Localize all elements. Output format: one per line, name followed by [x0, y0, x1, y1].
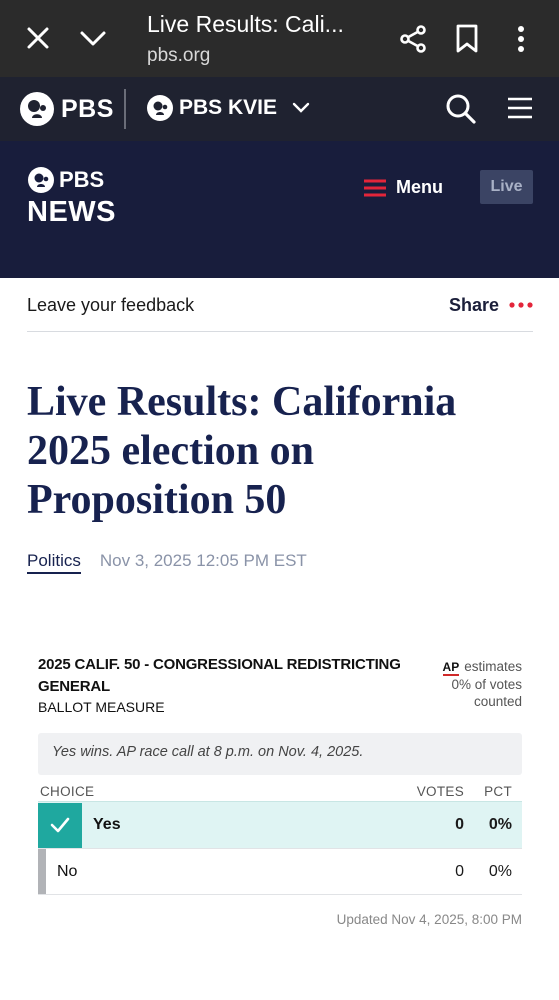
table-row: Yes 0 0%	[38, 801, 522, 848]
ap-logo: AP	[442, 660, 460, 676]
news-logo-pbs: PBS	[59, 167, 105, 192]
publish-date: Nov 3, 2025 12:05 PM EST	[99, 551, 307, 570]
live-button[interactable]: Live	[480, 170, 533, 204]
choice-votes: 0	[455, 816, 464, 833]
chevron-down-icon[interactable]	[78, 26, 108, 50]
checkmark-icon	[50, 817, 70, 833]
pbs-head-icon	[28, 167, 54, 193]
hamburger-menu-icon[interactable]	[507, 96, 533, 120]
browser-url[interactable]: pbs.org	[147, 45, 210, 67]
pbs-logo[interactable]: PBS	[19, 91, 114, 127]
browser-page-title[interactable]: Live Results: Cali...	[147, 11, 344, 38]
column-choice: CHOICE	[40, 783, 95, 799]
chevron-down-icon	[292, 102, 310, 113]
station-selector[interactable]: PBS KVIE	[146, 94, 310, 122]
pbs-head-icon	[147, 95, 173, 121]
results-table-header: CHOICE VOTES PCT	[38, 781, 522, 801]
race-title: 2025 CALIF. 50 - CONGRESSIONAL REDISTRIC…	[38, 656, 401, 695]
more-vertical-icon[interactable]	[515, 24, 527, 54]
choice-votes: 0	[455, 862, 464, 880]
feedback-bar: Leave your feedback Share	[27, 278, 533, 332]
ap-estimates-label: estimates	[464, 659, 522, 674]
news-logo-news: NEWS	[27, 196, 116, 228]
browser-toolbar: Live Results: Cali... pbs.org	[0, 0, 559, 77]
article-headline: Live Results: California 2025 election o…	[27, 379, 457, 523]
menu-button[interactable]: Menu	[364, 177, 443, 198]
choice-name: Yes	[93, 816, 121, 833]
votes-counted-pct: 0% of votes	[451, 677, 522, 692]
choice-color-bar	[38, 849, 46, 894]
share-icon[interactable]	[398, 24, 428, 54]
race-call-notice: Yes wins. AP race call at 8 p.m. on Nov.…	[38, 733, 522, 775]
leave-feedback-link[interactable]: Leave your feedback	[27, 295, 194, 316]
nav-divider	[124, 89, 126, 129]
menu-label: Menu	[396, 177, 443, 197]
column-votes: VOTES	[416, 783, 464, 799]
votes-counted-label: counted	[473, 694, 522, 709]
pbs-navigation-bar: PBS PBS KVIE	[0, 77, 559, 141]
article-meta: Politics Nov 3, 2025 12:05 PM EST	[27, 551, 307, 574]
menu-bars-icon	[364, 179, 386, 196]
search-icon[interactable]	[445, 93, 477, 125]
close-icon[interactable]	[24, 24, 52, 52]
share-dots-icon[interactable]	[509, 301, 533, 309]
updated-timestamp: Updated Nov 4, 2025, 8:00 PM	[336, 912, 522, 927]
bookmark-icon[interactable]	[455, 24, 479, 54]
news-header: PBS NEWS Menu Live	[0, 141, 559, 278]
winner-marker	[38, 802, 82, 848]
election-results-widget: 2025 CALIF. 50 - CONGRESSIONAL REDISTRIC…	[38, 654, 522, 927]
share-button[interactable]: Share	[449, 295, 499, 316]
table-row: No 0 0%	[38, 848, 522, 895]
pbs-logo-text: PBS	[61, 94, 114, 123]
choice-pct: 0%	[488, 862, 512, 880]
column-pct: PCT	[484, 783, 512, 799]
pbs-head-icon	[20, 92, 54, 126]
choice-name: No	[57, 862, 78, 880]
category-link[interactable]: Politics	[27, 551, 81, 574]
choice-pct: 0%	[488, 816, 512, 833]
pbs-news-logo[interactable]: PBS NEWS	[27, 166, 116, 229]
ap-estimate: AP estimates 0% of votes counted	[442, 658, 522, 710]
station-name: PBS KVIE	[179, 96, 278, 119]
